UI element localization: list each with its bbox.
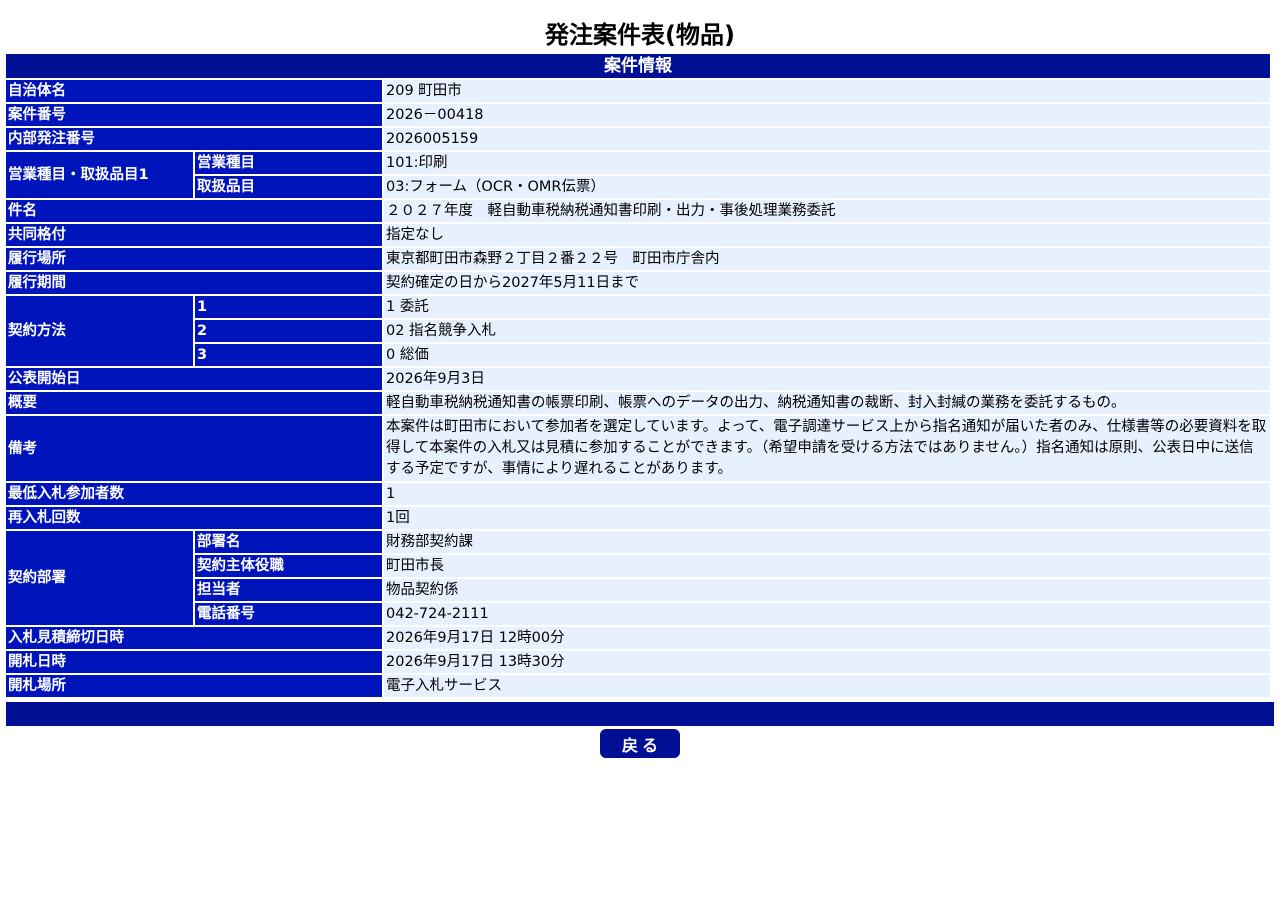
row-case-number: 案件番号 2026－00418: [6, 104, 1270, 126]
performance-period-value: 契約確定の日から2027年5月11日まで: [384, 272, 1270, 294]
back-button[interactable]: 戻る: [600, 729, 680, 758]
row-contract-method-3: 3 0 総価: [6, 344, 1270, 366]
section-header-row: 案件情報: [6, 54, 1270, 78]
section-header: 案件情報: [6, 54, 1270, 78]
contract-authority-value: 町田市長: [384, 555, 1270, 577]
row-opening-location: 開札場所 電子入札サービス: [6, 675, 1270, 697]
opening-location-value: 電子入札サービス: [384, 675, 1270, 697]
business-item-value: 101:印刷: [384, 152, 1270, 174]
footer-bar: [6, 702, 1274, 726]
publication-start-value: 2026年9月3日: [384, 368, 1270, 390]
row-phone: 電話番号 042-724-2111: [6, 603, 1270, 625]
business-item-label: 営業種目: [195, 152, 382, 174]
contract-method-item-label-1: 1: [195, 296, 382, 318]
row-municipality: 自治体名 209 町田市: [6, 80, 1270, 102]
row-department-name: 契約部署 部署名 財務部契約課: [6, 531, 1270, 625]
row-person-in-charge: 担当者 物品契約係: [6, 579, 1270, 601]
row-subject: 件名 ２０２７年度 軽自動車税納税通知書印刷・出力・事後処理業務委託: [6, 200, 1270, 222]
rebid-count-label: 再入札回数: [6, 507, 382, 529]
department-name-value: 財務部契約課: [384, 531, 1270, 553]
overview-value: 軽自動車税納税通知書の帳票印刷、帳票へのデータの出力、納税通知書の裁断、封入封緘…: [384, 392, 1270, 414]
row-business-item: 営業種目・取扱品目1 営業種目 101:印刷: [6, 152, 1270, 198]
internal-order-number-label: 内部発注番号: [6, 128, 382, 150]
row-publication-start: 公表開始日 2026年9月3日: [6, 368, 1270, 390]
row-rebid-count: 再入札回数 1回: [6, 507, 1270, 529]
publication-start-label: 公表開始日: [6, 368, 382, 390]
performance-location-value: 東京都町田市森野２丁目２番２２号 町田市庁舎内: [384, 248, 1270, 270]
contract-method-item-value-2: 02 指名競争入札: [384, 320, 1270, 342]
business-category-label: 営業種目・取扱品目1: [6, 152, 193, 198]
bid-deadline-value: 2026年9月17日 12時00分: [384, 627, 1270, 649]
row-contract-authority: 契約主体役職 町田市長: [6, 555, 1270, 577]
joint-rating-value: 指定なし: [384, 224, 1270, 246]
performance-period-label: 履行期間: [6, 272, 382, 294]
person-in-charge-value: 物品契約係: [384, 579, 1270, 601]
contract-department-label: 契約部署: [6, 531, 193, 625]
row-contract-method-2: 2 02 指名競争入札: [6, 320, 1270, 342]
internal-order-number-value: 2026005159: [384, 128, 1270, 150]
row-handling-item: 取扱品目 03:フォーム（OCR・OMR伝票）: [6, 176, 1270, 198]
row-internal-order-number: 内部発注番号 2026005159: [6, 128, 1270, 150]
min-participants-label: 最低入札参加者数: [6, 483, 382, 505]
page-title: 発注案件表(物品): [545, 21, 735, 49]
row-performance-period: 履行期間 契約確定の日から2027年5月11日まで: [6, 272, 1270, 294]
person-in-charge-label: 担当者: [195, 579, 382, 601]
performance-location-label: 履行場所: [6, 248, 382, 270]
row-contract-method-1: 契約方法 1 1 委託: [6, 296, 1270, 366]
municipality-label: 自治体名: [6, 80, 382, 102]
contract-method-item-label-3: 3: [195, 344, 382, 366]
row-joint-rating: 共同格付 指定なし: [6, 224, 1270, 246]
municipality-value: 209 町田市: [384, 80, 1270, 102]
case-info-table: 案件情報 自治体名 209 町田市 案件番号 2026－00418 内部発注番号…: [4, 52, 1272, 699]
handling-item-value: 03:フォーム（OCR・OMR伝票）: [384, 176, 1270, 198]
opening-datetime-label: 開札日時: [6, 651, 382, 673]
row-min-participants: 最低入札参加者数 1: [6, 483, 1270, 505]
phone-label: 電話番号: [195, 603, 382, 625]
contract-method-item-value-1: 1 委託: [384, 296, 1270, 318]
handling-item-label: 取扱品目: [195, 176, 382, 198]
overview-label: 概要: [6, 392, 382, 414]
row-overview: 概要 軽自動車税納税通知書の帳票印刷、帳票へのデータの出力、納税通知書の裁断、封…: [6, 392, 1270, 414]
remarks-value: 本案件は町田市において参加者を選定しています。よって、電子調達サービス上から指名…: [384, 416, 1270, 481]
remarks-label: 備考: [6, 416, 382, 481]
opening-location-label: 開札場所: [6, 675, 382, 697]
contract-method-label: 契約方法: [6, 296, 193, 366]
bid-deadline-label: 入札見積締切日時: [6, 627, 382, 649]
contract-authority-label: 契約主体役職: [195, 555, 382, 577]
row-performance-location: 履行場所 東京都町田市森野２丁目２番２２号 町田市庁舎内: [6, 248, 1270, 270]
subject-label: 件名: [6, 200, 382, 222]
phone-value: 042-724-2111: [384, 603, 1270, 625]
joint-rating-label: 共同格付: [6, 224, 382, 246]
case-number-label: 案件番号: [6, 104, 382, 126]
rebid-count-value: 1回: [384, 507, 1270, 529]
opening-datetime-value: 2026年9月17日 13時30分: [384, 651, 1270, 673]
contract-method-item-label-2: 2: [195, 320, 382, 342]
subject-value: ２０２７年度 軽自動車税納税通知書印刷・出力・事後処理業務委託: [384, 200, 1270, 222]
case-number-value: 2026－00418: [384, 104, 1270, 126]
min-participants-value: 1: [384, 483, 1270, 505]
row-remarks: 備考 本案件は町田市において参加者を選定しています。よって、電子調達サービス上か…: [6, 416, 1270, 481]
row-bid-deadline: 入札見積締切日時 2026年9月17日 12時00分: [6, 627, 1270, 649]
contract-method-item-value-3: 0 総価: [384, 344, 1270, 366]
row-opening-datetime: 開札日時 2026年9月17日 13時30分: [6, 651, 1270, 673]
department-name-label: 部署名: [195, 531, 382, 553]
